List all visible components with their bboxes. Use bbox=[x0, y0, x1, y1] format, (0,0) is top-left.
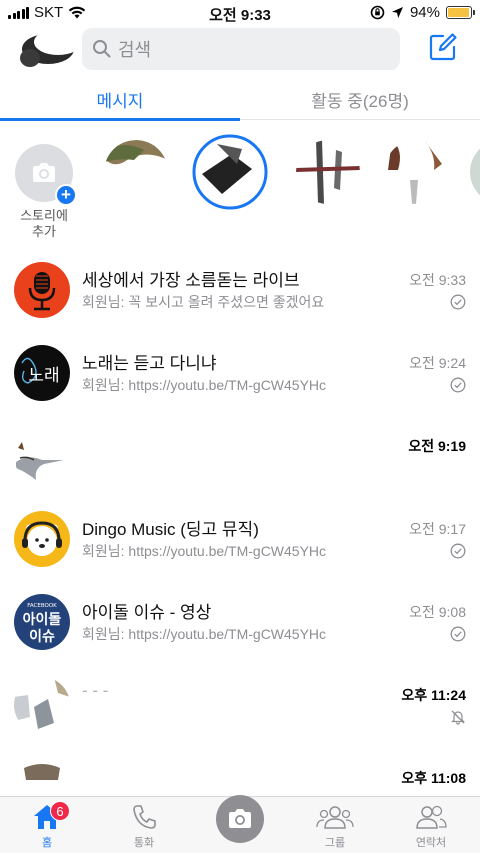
check-circle-icon bbox=[450, 294, 466, 310]
search-placeholder: 검색 bbox=[118, 40, 152, 60]
idol-issue-avatar: FACEBOOK 아이돌 이슈 bbox=[14, 594, 70, 650]
conversation-preview: 회원님: https://youtu.be/TM-gCW45YHc bbox=[82, 377, 327, 393]
tab-groups[interactable]: 그룹 bbox=[300, 803, 370, 850]
contacts-icon bbox=[416, 805, 447, 829]
conversation-name: - - - bbox=[82, 681, 109, 700]
conversation-row[interactable]: FACEBOOK 아이돌 이슈 아이돌 이슈 - 영상 회원님: https:/… bbox=[0, 582, 480, 665]
idol-avatar-top: FACEBOOK bbox=[27, 603, 57, 609]
tab-calls[interactable]: 통화 bbox=[109, 803, 179, 850]
conversation-time: 오후 11:24 bbox=[401, 687, 466, 703]
conversation-name: 아이돌 이슈 - 영상 bbox=[82, 603, 212, 622]
conversation-time: 오후 11:08 bbox=[401, 770, 466, 786]
story-avatar-unseen[interactable] bbox=[192, 134, 268, 210]
orientation-lock-icon bbox=[370, 5, 385, 20]
add-story-button[interactable]: + bbox=[15, 144, 77, 206]
camera-icon bbox=[33, 163, 55, 182]
user-avatar bbox=[14, 677, 70, 733]
conversation-row[interactable]: Dingo Music (딩고 뮤직) 회원님: https://youtu.b… bbox=[0, 499, 480, 582]
conversation-time: 오전 9:19 bbox=[408, 438, 466, 454]
check-circle-icon bbox=[450, 377, 466, 393]
conversation-row[interactable]: 오전 9:19 bbox=[0, 416, 480, 499]
tab-home-label: 홈 bbox=[41, 837, 53, 849]
phone-icon bbox=[133, 805, 156, 829]
conversation-name: 노래는 듣고 다니냐 bbox=[82, 354, 217, 373]
search-icon bbox=[93, 40, 111, 58]
story-avatar[interactable] bbox=[104, 140, 168, 204]
add-story-label: 스토리에 추가 bbox=[20, 208, 68, 239]
conversation-row[interactable]: 노래 노래는 듣고 다니냐 회원님: https://youtu.be/TM-g… bbox=[0, 333, 480, 416]
live-mic-avatar bbox=[14, 262, 70, 318]
tab-contacts[interactable]: 연락처 bbox=[396, 803, 466, 850]
battery-percent: 94% bbox=[409, 4, 440, 21]
tab-active-now[interactable]: 활동 중(26명) bbox=[240, 78, 480, 120]
status-bar: SKT 오전 9:33 94% bbox=[0, 0, 480, 26]
song-avatar-text: 노래 bbox=[28, 366, 59, 386]
idol-avatar-line2: 이슈 bbox=[29, 628, 55, 645]
dingo-avatar bbox=[14, 511, 70, 567]
conversation-name: Dingo Music (딩고 뮤직) bbox=[82, 520, 259, 539]
groups-icon bbox=[316, 806, 354, 829]
story-avatar[interactable] bbox=[296, 140, 360, 204]
check-circle-icon bbox=[450, 543, 466, 559]
conversation-time: 오전 9:24 bbox=[409, 355, 466, 371]
top-tabs: 메시지 활동 중(26명) bbox=[0, 78, 480, 121]
header: 검색 bbox=[0, 26, 480, 74]
conversation-preview: 회원님: https://youtu.be/TM-gCW45YHc bbox=[82, 626, 327, 642]
conversation-name: 세상에서 가장 소름돋는 라이브 bbox=[82, 271, 300, 290]
status-right: 94% bbox=[370, 4, 475, 21]
conversation-time: 오전 9:33 bbox=[409, 272, 466, 288]
plus-icon: + bbox=[55, 184, 77, 206]
stories-row: + 스토리에 추가 bbox=[0, 134, 480, 250]
muted-bell-icon bbox=[451, 710, 465, 725]
notification-badge: 6 bbox=[50, 801, 70, 821]
conversation-row[interactable]: 세상에서 가장 소름돋는 라이브 회원님: 꼭 보시고 올려 주셨으면 좋겠어요… bbox=[0, 250, 480, 333]
check-circle-icon bbox=[450, 626, 466, 642]
conversation-time: 오전 9:17 bbox=[409, 521, 466, 537]
story-avatar-partial[interactable] bbox=[470, 140, 480, 204]
bird-avatar bbox=[14, 428, 70, 484]
compose-icon[interactable] bbox=[428, 32, 458, 62]
tab-groups-label: 그룹 bbox=[324, 837, 346, 849]
tab-messages[interactable]: 메시지 bbox=[0, 78, 240, 121]
song-avatar: 노래 bbox=[14, 345, 70, 401]
conversation-row[interactable]: - - - 오후 11:24 bbox=[0, 665, 480, 748]
profile-avatar[interactable] bbox=[18, 28, 76, 70]
location-arrow-icon bbox=[391, 7, 403, 18]
battery-icon bbox=[446, 6, 475, 19]
idol-avatar-line1: 아이돌 bbox=[23, 611, 62, 628]
conversation-preview: 회원님: 꼭 보시고 올려 주셨으면 좋겠어요 bbox=[82, 294, 325, 310]
tab-contacts-label: 연락처 bbox=[415, 837, 447, 849]
conversation-time: 오전 9:08 bbox=[409, 604, 466, 620]
bottom-tab-bar: 홈 6 통화 그룹 연락처 bbox=[0, 795, 480, 853]
camera-button[interactable] bbox=[216, 795, 264, 843]
search-bar[interactable]: 검색 bbox=[82, 28, 400, 70]
story-avatar[interactable] bbox=[384, 140, 448, 204]
camera-icon bbox=[229, 809, 251, 828]
tab-calls-label: 통화 bbox=[133, 837, 155, 849]
tab-home[interactable]: 홈 6 bbox=[12, 801, 82, 850]
conversation-preview: 회원님: https://youtu.be/TM-gCW45YHc bbox=[82, 543, 327, 559]
